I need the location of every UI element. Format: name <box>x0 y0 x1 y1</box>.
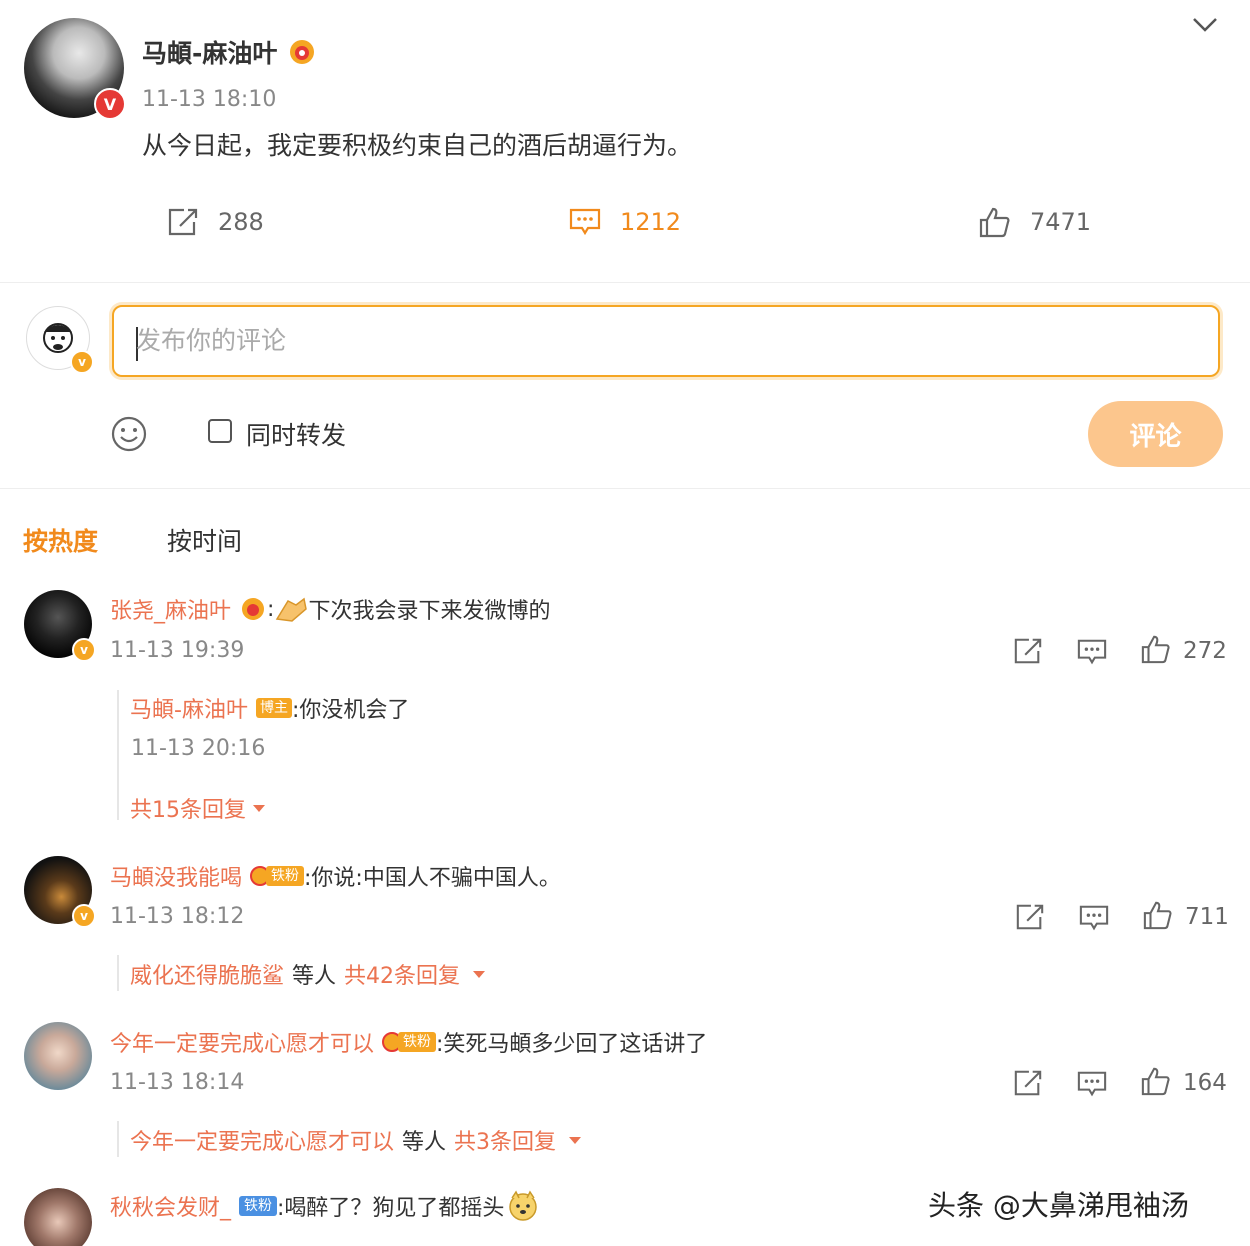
reply-text: :你没机会了 <box>291 698 410 723</box>
comment-author[interactable]: 秋秋会发财_ <box>110 1190 231 1222</box>
reply-author[interactable]: 马頔-麻油叶 <box>130 692 248 724</box>
like-button[interactable]: 7471 <box>978 206 1091 238</box>
fan-badge: 铁粉 <box>239 1196 278 1216</box>
more-replies-count: 共3条回复 <box>454 1130 557 1155</box>
comment-icon[interactable] <box>1078 903 1110 933</box>
verified-badge-icon: v <box>72 638 96 662</box>
reply-thread-bar <box>117 955 119 991</box>
thumbs-up-icon[interactable] <box>1140 634 1172 664</box>
comment-like-count: 164 <box>1183 1070 1227 1096</box>
more-replies-link[interactable]: 共15条回复 <box>130 792 266 824</box>
repost-checkbox[interactable] <box>208 419 232 443</box>
like-count: 7471 <box>1030 208 1092 236</box>
thumbs-up-icon[interactable] <box>1142 900 1174 930</box>
fan-badge: 铁粉 <box>250 866 305 886</box>
caret-down-icon <box>569 1137 582 1144</box>
comment-icon <box>569 208 601 236</box>
share-icon[interactable] <box>1012 1068 1044 1098</box>
repost-button[interactable]: 288 <box>166 206 264 238</box>
reply-summary-name: 威化还得脆脆鲨 <box>130 964 285 989</box>
current-user-avatar[interactable]: v <box>26 306 94 374</box>
dog-emoji-icon <box>509 1190 538 1221</box>
comment-text: 下次我会录下来发微博的 <box>308 599 551 624</box>
thumbs-up-icon <box>979 207 1010 238</box>
comment-button[interactable]: 1212 <box>568 206 681 238</box>
comment-input-box[interactable] <box>112 305 1220 377</box>
emoji-smile-icon[interactable] <box>110 415 148 453</box>
reply-time: 11-13 20:16 <box>131 736 266 761</box>
comment-icon[interactable] <box>1076 1069 1108 1099</box>
comment-avatar[interactable]: v <box>24 856 96 928</box>
author-badge: 博主 <box>255 698 292 718</box>
tab-sort-by-time[interactable]: 按时间 <box>167 522 242 558</box>
comment-row: 马頔没我能喝 铁粉 :你说:中国人不骗中国人。 <box>110 860 561 892</box>
submit-comment-button[interactable]: 评论 <box>1088 401 1223 467</box>
fan-badge: 铁粉 <box>382 1032 437 1052</box>
reply-thread-bar <box>117 690 119 820</box>
vip-crown-icon <box>242 598 265 620</box>
post-author-row: 马頔-麻油叶 <box>142 34 317 70</box>
verified-badge-icon: V <box>94 88 126 120</box>
repost-count: 288 <box>218 208 264 236</box>
post-time: 11-13 18:10 <box>142 87 277 112</box>
post-author-avatar[interactable]: V <box>24 18 126 120</box>
reply-summary-name: 今年一定要完成心愿才可以 <box>130 1130 395 1155</box>
comment-text: :喝醉了？狗见了都摇头 <box>277 1196 505 1221</box>
post-author-name[interactable]: 马頔-麻油叶 <box>142 34 277 70</box>
verified-badge-icon: v <box>72 904 96 928</box>
comment-author[interactable]: 今年一定要完成心愿才可以 <box>110 1026 374 1058</box>
fan-badge-label: 铁粉 <box>398 1032 437 1052</box>
share-icon <box>168 208 198 236</box>
more-replies-link[interactable]: 威化还得脆脆鲨 等人 共42条回复 <box>130 958 486 990</box>
share-icon[interactable] <box>1014 902 1046 932</box>
caret-down-icon <box>473 971 486 978</box>
comment-avatar[interactable] <box>24 1022 92 1090</box>
repost-checkbox-label: 同时转发 <box>246 421 347 450</box>
vip-crown-icon <box>290 40 315 64</box>
comment-row: 秋秋会发财_ 铁粉 :喝醉了？狗见了都摇头 <box>110 1190 540 1222</box>
more-replies-link[interactable]: 今年一定要完成心愿才可以 等人 共3条回复 <box>130 1124 582 1156</box>
more-replies-count: 共42条回复 <box>344 964 461 989</box>
thumbs-up-icon[interactable] <box>1140 1066 1172 1096</box>
comment-row: 张尧_麻油叶 : 下次我会录下来发微博的 <box>110 593 550 625</box>
comment-like-count: 711 <box>1185 904 1229 930</box>
fan-badge-label: 铁粉 <box>239 1196 278 1216</box>
comment-author[interactable]: 马頔没我能喝 <box>110 860 242 892</box>
comment-avatar[interactable] <box>24 1188 92 1246</box>
tab-sort-by-hot[interactable]: 按热度 <box>23 522 98 558</box>
caret-down-icon <box>253 805 265 812</box>
watermark-text: 头条 @大鼻涕甩袖汤 <box>928 1189 1189 1222</box>
reply-thread-bar <box>117 1121 119 1157</box>
post-text: 从今日起，我定要积极约束自己的酒后胡逼行为。 <box>142 131 693 160</box>
fan-badge-label: 铁粉 <box>266 866 305 886</box>
comment-icon[interactable] <box>1076 637 1108 667</box>
comment-count: 1212 <box>620 208 682 236</box>
reply-summary-mid: 等人 <box>402 1130 447 1155</box>
comment-time: 11-13 18:12 <box>110 904 245 929</box>
fist-emoji-icon <box>276 597 308 622</box>
divider <box>0 282 1250 283</box>
comment-author[interactable]: 张尧_麻油叶 <box>110 593 231 625</box>
comment-like-count: 272 <box>1183 638 1227 664</box>
comment-avatar[interactable]: v <box>24 590 96 662</box>
comment-time: 11-13 18:14 <box>110 1070 245 1095</box>
comment-time: 11-13 19:39 <box>110 638 245 663</box>
verified-badge-icon: v <box>70 350 94 374</box>
chevron-down-icon[interactable] <box>1192 16 1218 34</box>
share-icon[interactable] <box>1012 636 1044 666</box>
reply-summary-mid: 等人 <box>292 964 337 989</box>
reply-row: 马頔-麻油叶 博主 :你没机会了 <box>130 692 409 724</box>
divider <box>0 488 1250 489</box>
comment-row: 今年一定要完成心愿才可以 铁粉 :笑死马頔多少回了这话讲了 <box>110 1026 707 1058</box>
comment-text: :笑死马頔多少回了这话讲了 <box>436 1032 708 1057</box>
more-replies-count: 共15条回复 <box>130 798 246 823</box>
comment-input[interactable] <box>134 325 1138 356</box>
comment-text: :你说:中国人不骗中国人。 <box>304 866 561 891</box>
